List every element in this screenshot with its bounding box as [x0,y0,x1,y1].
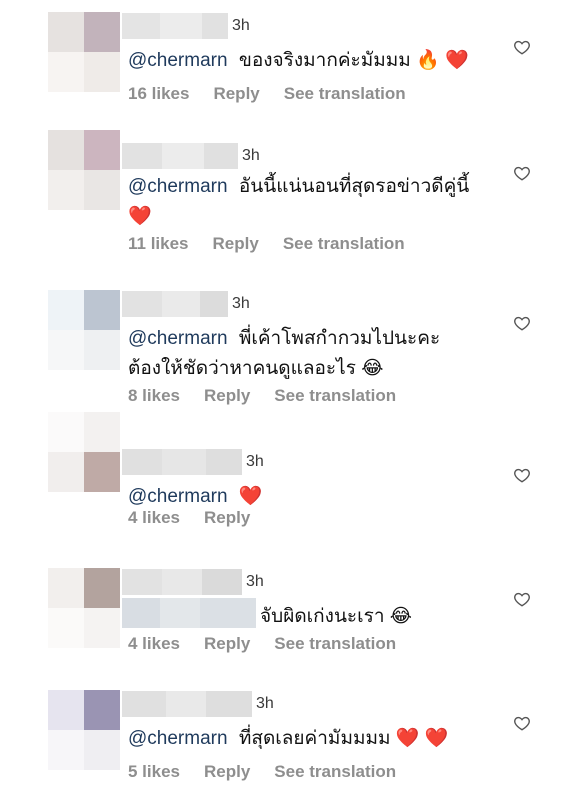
heart-outline-icon[interactable] [513,590,531,608]
heart-outline-icon[interactable] [513,38,531,56]
username-blurred[interactable] [122,291,228,317]
see-translation-button[interactable]: See translation [284,84,406,104]
comment-message: อันนี้แน่นอนที่สุดรอข่าวดีคู่นี้ [238,176,470,197]
emoji-heart: ❤️ [238,486,263,507]
reply-button[interactable]: Reply [204,762,250,782]
comment-actions: 16 likes Reply See translation [128,84,406,104]
reply-button[interactable]: Reply [204,386,250,406]
comment-message: ของจริงมากค่ะมัมมม [238,50,411,71]
username-blurred[interactable] [122,13,228,39]
comment-actions: 8 likes Reply See translation [128,386,396,406]
emoji-laugh: 😂 [389,606,412,627]
comment-header: 3h [122,12,250,40]
comment-text: จับผิดเก่งนะเรา 😂 [260,602,490,632]
avatar[interactable] [48,568,120,648]
reply-button[interactable]: Reply [213,84,259,104]
heart-outline-icon[interactable] [513,314,531,332]
heart-outline-icon[interactable] [513,714,531,732]
mention-link[interactable]: @chermarn [128,486,228,507]
likes-count[interactable]: 4 likes [128,634,180,654]
comment-time: 3h [246,453,264,470]
mention-link[interactable]: @chermarn [128,728,228,749]
likes-count[interactable]: 4 likes [128,508,180,528]
reply-button[interactable]: Reply [204,634,250,654]
see-translation-button[interactable]: See translation [274,386,396,406]
avatar[interactable] [48,412,120,492]
mention-blurred[interactable] [122,598,256,628]
see-translation-button[interactable]: See translation [274,634,396,654]
likes-count[interactable]: 5 likes [128,762,180,782]
comment-header: 3h [122,448,264,476]
avatar[interactable] [48,290,120,370]
comment-message: ที่สุดเลยค่ามัมมมม [238,728,391,749]
comment-text: @chermarn พี่เค้าโพสกำกวมไปนะคะ ต้องให้ช… [128,324,478,384]
username-blurred[interactable] [122,569,242,595]
emoji-hearts: ❤️ ❤️ [395,728,449,749]
comment-time: 3h [256,695,274,712]
comment-message: จับผิดเก่งนะเรา [260,606,385,627]
comment-text: @chermarn ของจริงมากค่ะมัมมม 🔥 ❤️ [128,46,478,76]
comment-actions: 4 likes Reply See translation [128,634,396,654]
see-translation-button[interactable]: See translation [274,762,396,782]
comment-text: @chermarn อันนี้แน่นอนที่สุดรอข่าวดีคู่น… [128,172,478,232]
reply-button[interactable]: Reply [204,508,250,528]
likes-count[interactable]: 11 likes [128,234,189,254]
comment-time: 3h [232,295,250,312]
comment-actions: 4 likes Reply [128,508,250,528]
username-blurred[interactable] [122,143,238,169]
mention-link[interactable]: @chermarn [128,176,228,197]
mention-link[interactable]: @chermarn [128,328,228,349]
comment-actions: 11 likes Reply See translation [128,234,405,254]
mention-link[interactable]: @chermarn [128,50,228,71]
heart-outline-icon[interactable] [513,466,531,484]
reply-button[interactable]: Reply [213,234,259,254]
comment-header: 3h [122,690,274,718]
see-translation-button[interactable]: See translation [283,234,405,254]
avatar[interactable] [48,130,120,210]
avatar[interactable] [48,690,120,770]
emoji-fire-heart: 🔥 ❤️ [416,50,469,71]
comment-header: 3h [122,142,260,170]
comment-actions: 5 likes Reply See translation [128,762,396,782]
likes-count[interactable]: 8 likes [128,386,180,406]
comment-time: 3h [246,573,264,590]
emoji-heart: ❤️ [128,206,152,227]
likes-count[interactable]: 16 likes [128,84,189,104]
comment-header: 3h [122,568,264,596]
comment-time: 3h [242,147,260,164]
username-blurred[interactable] [122,449,242,475]
emoji-laugh: 😂 [361,358,384,379]
username-blurred[interactable] [122,691,252,717]
comment-time: 3h [232,17,250,34]
heart-outline-icon[interactable] [513,164,531,182]
comment-text: @chermarn ที่สุดเลยค่ามัมมมม ❤️ ❤️ [128,724,508,754]
avatar[interactable] [48,12,120,92]
comment-header: 3h [122,290,250,318]
